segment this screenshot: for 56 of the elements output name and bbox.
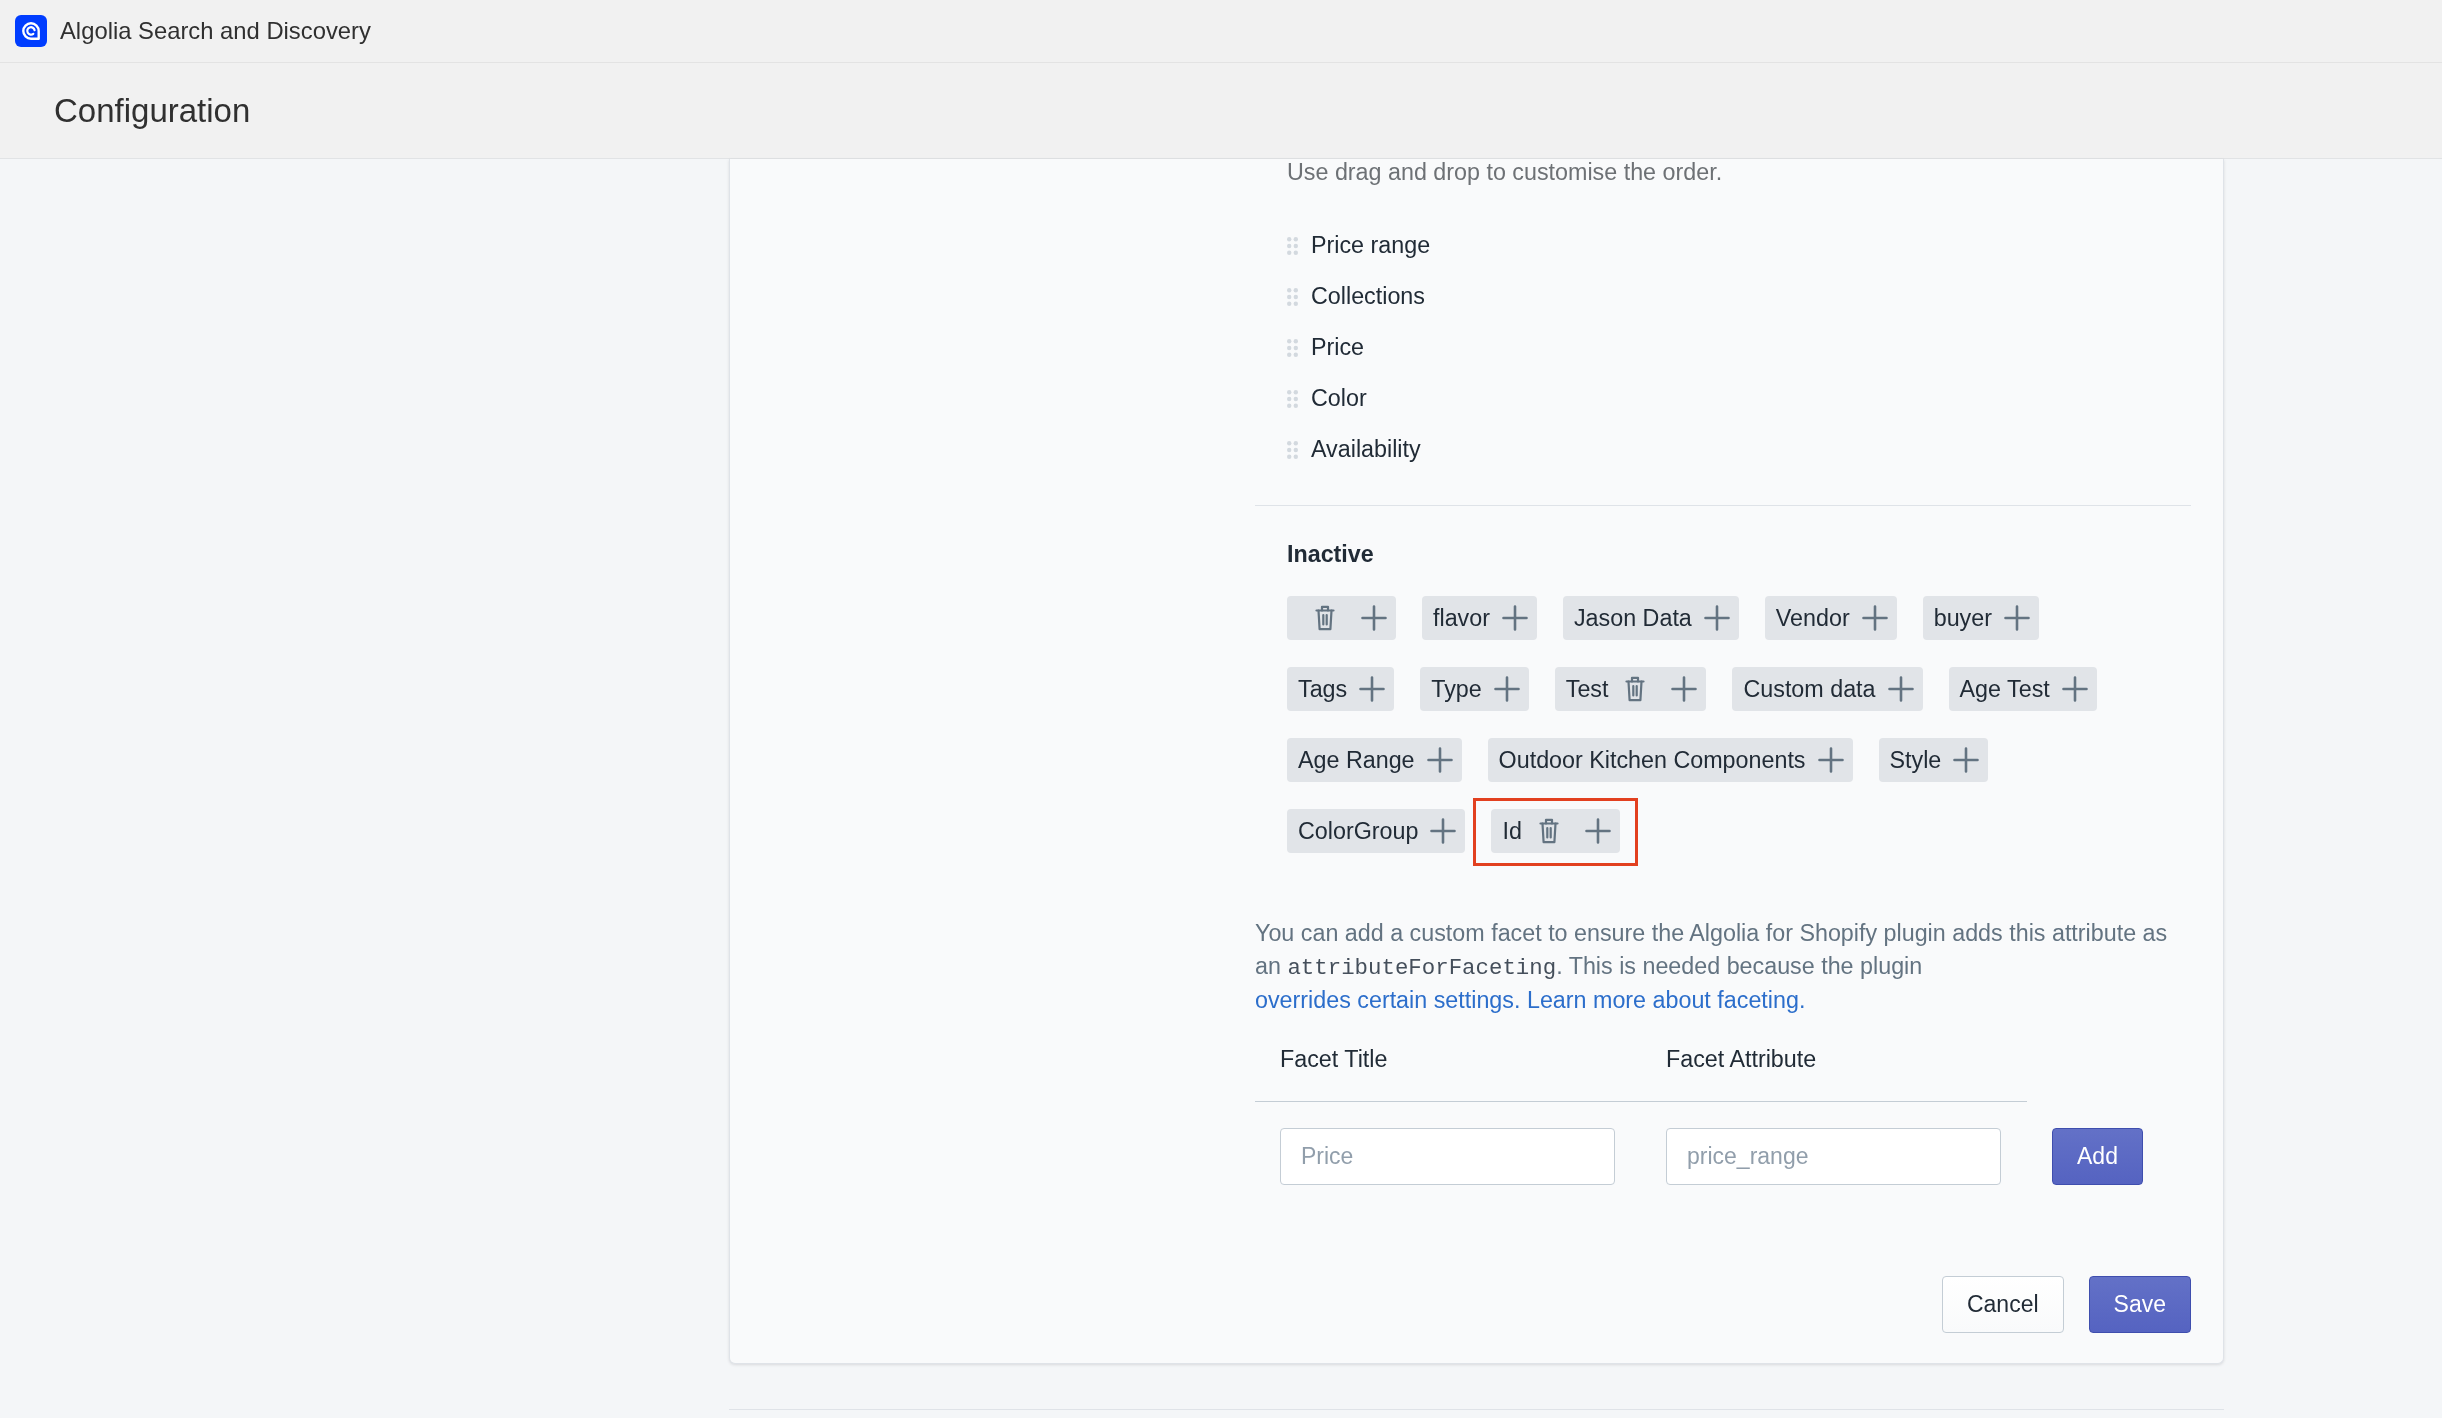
facet-label: ColorGroup xyxy=(1298,816,1419,846)
facet-name: Availability xyxy=(1311,435,1421,465)
plus-icon xyxy=(1817,747,1844,773)
plus-icon xyxy=(1953,747,1980,773)
facet-name: Price xyxy=(1311,333,1365,363)
facet-label: Test xyxy=(1565,674,1609,704)
facet-label: flavor xyxy=(1433,603,1490,633)
plus-icon xyxy=(1501,605,1528,631)
app-title: Algolia Search and Discovery xyxy=(60,16,371,47)
drag-handle-icon[interactable] xyxy=(1287,389,1298,408)
facet-name: Collections xyxy=(1311,282,1425,312)
trash-icon xyxy=(1625,676,1646,702)
plus-icon xyxy=(2061,676,2088,702)
plus-icon xyxy=(1426,747,1453,773)
facet-label: Type xyxy=(1431,674,1482,704)
faceting-link[interactable]: overrides certain settings. Learn more about faceting. xyxy=(1255,987,1806,1013)
plus-icon xyxy=(1361,605,1387,631)
facet-name: Price range xyxy=(1311,231,1431,261)
add-button[interactable]: Add xyxy=(2052,1127,2143,1185)
input-field[interactable]: Price xyxy=(1280,1127,1615,1185)
facet-label: Custom data xyxy=(1743,674,1876,704)
plus-icon xyxy=(1861,605,1888,631)
plus-icon xyxy=(1359,676,1386,702)
plus-icon xyxy=(1430,818,1457,844)
trash-icon xyxy=(1315,605,1335,631)
facet-label: Vendor xyxy=(1775,603,1850,633)
column-header: Facet Attribute xyxy=(1666,1045,1817,1072)
facet-label: Tags xyxy=(1298,674,1348,704)
plus-icon xyxy=(1671,676,1698,702)
drag-handle-icon[interactable] xyxy=(1287,440,1298,459)
plus-icon xyxy=(1887,676,1914,702)
plus-icon xyxy=(2003,605,2030,631)
facet-label: Outdoor Kitchen Components xyxy=(1498,745,1806,775)
logo-icon xyxy=(15,15,47,47)
help-text: You can add a custom facet to ensure the Algolia for Shopify plugin adds this attribute as an attributeForFaceting. This is needed because the plugin overrides certain settings. Learn more about faceting. xyxy=(1255,919,2169,1015)
drag-handle-icon[interactable] xyxy=(1287,236,1298,255)
facet-name: Color xyxy=(1311,384,1367,414)
input-field[interactable]: price_range xyxy=(1666,1127,2001,1185)
section-heading: Inactive xyxy=(1287,540,1375,569)
plus-icon xyxy=(1703,605,1730,631)
page-title: Configuration xyxy=(54,90,251,131)
trash-icon xyxy=(1538,818,1559,844)
facet-label: Age Test xyxy=(1959,674,2050,704)
primary-button[interactable]: Save xyxy=(2088,1275,2191,1333)
hint-text: Use drag and drop to customise the order. xyxy=(1286,159,1724,185)
column-header: Facet Title xyxy=(1280,1045,1388,1072)
facet-label: buyer xyxy=(1933,603,1992,633)
plus-icon xyxy=(1493,676,1520,702)
facet-label: Jason Data xyxy=(1573,603,1692,633)
secondary-button[interactable]: Cancel xyxy=(1941,1275,2064,1333)
drag-handle-icon[interactable] xyxy=(1287,287,1298,306)
drag-handle-icon[interactable] xyxy=(1287,338,1298,357)
plus-icon xyxy=(1584,818,1611,844)
facet-label: Age Range xyxy=(1298,745,1415,775)
facet-label: Id xyxy=(1502,816,1522,846)
facet-label: Style xyxy=(1889,745,1942,775)
